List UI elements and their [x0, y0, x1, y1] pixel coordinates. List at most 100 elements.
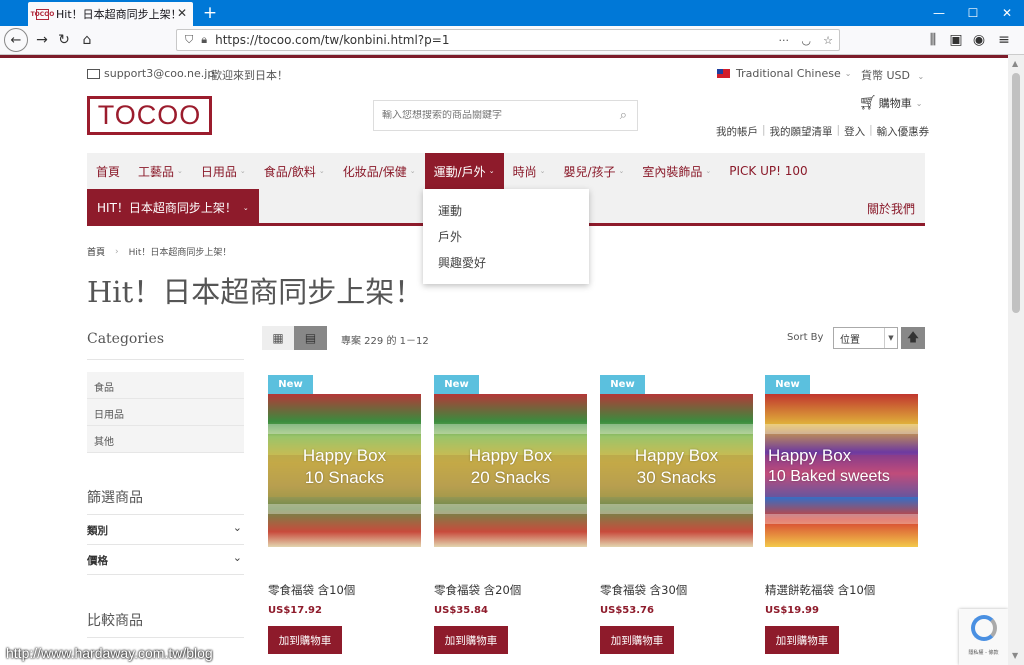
image-caption-line2: 30 Snacks — [636, 468, 717, 487]
menu-icon[interactable]: ≡ — [993, 30, 1015, 50]
library-icon[interactable]: ⫼ — [922, 30, 944, 50]
nav-item-about-us[interactable]: 關於我們 — [867, 200, 915, 217]
add-to-cart-button[interactable]: 加到購物車 — [765, 626, 839, 654]
product-name[interactable]: 零食福袋 含20個 — [434, 582, 521, 598]
product-card[interactable]: Happy Box 20 Snacks New 零食福袋 含20個 US$35.… — [434, 375, 587, 665]
chevron-down-icon: ⌄ — [232, 521, 242, 534]
main-navigation: 首頁 工藝品 ⌄ 日用品 ⌄ 食品/飲料 ⌄ 化妝品/保健 ⌄ 運動/戶外 ⌄ 時尚 ⌄ 嬰… — [87, 153, 925, 189]
back-icon[interactable]: ← — [4, 28, 28, 52]
divider — [87, 359, 244, 360]
wishlist-link[interactable]: 我的願望清單 — [770, 124, 833, 139]
image-caption-line2: 10 Baked sweets — [768, 468, 890, 485]
site-logo[interactable]: TOCOO — [87, 96, 212, 135]
bookmark-star-icon[interactable]: ☆ — [823, 34, 833, 47]
category-daily-goods[interactable]: 日用品 — [87, 399, 244, 426]
nav-item-hit-konbini[interactable]: HIT！日本超商同步上架！ ⌄ — [87, 189, 259, 226]
lock-icon[interactable]: 🔒︎ — [201, 33, 207, 47]
sort-value: 位置 — [840, 334, 860, 346]
new-tab-button[interactable]: + — [199, 2, 221, 24]
email-text: support3@coo.ne.jp — [104, 67, 215, 80]
nav-item-baby-kids[interactable]: 嬰兒/孩子 ⌄ — [554, 153, 633, 189]
home-icon[interactable]: ⌂ — [76, 30, 98, 50]
pocket-icon[interactable]: ◡ — [801, 34, 811, 47]
sidebar-icon[interactable]: ▣ — [945, 30, 967, 50]
browser-titlebar: TOCOO Hit！日本超商同步上架！ ✕ + — ☐ ✕ — [0, 0, 1024, 26]
recaptcha-badge[interactable]: 隱私權 - 條款 — [959, 609, 1008, 665]
language-switcher[interactable]: Traditional Chinese ⌄ — [717, 67, 851, 80]
url-text[interactable]: https://tocoo.com/tw/konbini.html?p=1 — [215, 33, 449, 47]
category-other[interactable]: 其他 — [87, 426, 244, 453]
search-icon[interactable]: ⌕ — [620, 108, 627, 123]
product-image[interactable]: Happy Box 10 Baked sweets — [765, 394, 918, 547]
image-caption-line1: Happy Box — [468, 446, 553, 465]
add-to-cart-button[interactable]: 加到購物車 — [600, 626, 674, 654]
product-card[interactable]: Happy Box 10 Baked sweets New 精選餅乾福袋 含10… — [765, 375, 918, 665]
sort-direction-icon[interactable]: 🡅 — [901, 327, 925, 349]
forward-icon[interactable]: → — [31, 30, 53, 50]
nav-item-cosmetics[interactable]: 化妝品/保健 ⌄ — [334, 153, 425, 189]
reload-icon[interactable]: ↻ — [53, 30, 75, 50]
image-caption-line1: Happy Box — [634, 446, 719, 465]
close-tab-icon[interactable]: ✕ — [177, 6, 187, 20]
list-view-icon[interactable]: ▤ — [294, 326, 327, 350]
currency-switcher[interactable]: 貨幣 USD ⌄ — [861, 67, 924, 83]
more-icon[interactable]: ··· — [779, 34, 790, 47]
product-name[interactable]: 零食福袋 含10個 — [268, 582, 355, 598]
cart-button[interactable]: 🛒︎ 購物車 ⌄ — [859, 95, 922, 111]
account-icon[interactable]: ◉ — [968, 30, 990, 50]
nav-item-fashion[interactable]: 時尚 ⌄ — [504, 153, 555, 189]
chevron-down-icon: ⌄ — [705, 167, 712, 175]
chevron-down-icon: ⌄ — [232, 551, 242, 564]
scroll-thumb[interactable] — [1012, 73, 1020, 313]
dropdown-item-outdoor[interactable]: 戶外 — [423, 223, 589, 249]
sort-select[interactable]: 位置 ▼ — [833, 327, 898, 349]
add-to-cart-button[interactable]: 加到購物車 — [434, 626, 508, 654]
account-links: 我的帳戶 | 我的願望清單 | 登入 | 輸入優惠券 — [716, 124, 930, 139]
page-scrollbar[interactable]: ▲ ▼ — [1008, 55, 1024, 665]
support-email[interactable]: support3@coo.ne.jp — [87, 67, 214, 80]
chevron-down-icon: ▼ — [884, 328, 897, 348]
page-title: Hit！日本超商同步上架！ — [87, 275, 424, 309]
chevron-right-icon: › — [115, 246, 119, 257]
dropdown-item-hobbies[interactable]: 興趣愛好 — [423, 249, 589, 275]
cart-label: 購物車 — [878, 97, 912, 110]
dropdown-item-sports[interactable]: 運動 — [423, 197, 589, 223]
search-input[interactable] — [382, 110, 607, 121]
add-to-cart-button[interactable]: 加到購物車 — [268, 626, 342, 654]
nav-item-interior[interactable]: 室內裝飾品 ⌄ — [633, 153, 720, 189]
browser-tab[interactable]: TOCOO Hit！日本超商同步上架！ ✕ — [28, 2, 193, 26]
close-window-icon[interactable]: ✕ — [990, 0, 1024, 26]
product-name[interactable]: 零食福袋 含30個 — [600, 582, 687, 598]
browser-toolbar: ← → ↻ ⌂ ⛉ 🔒︎ https://tocoo.com/tw/konbin… — [0, 26, 1024, 55]
nav-item-food-drink[interactable]: 食品/飲料 ⌄ — [255, 153, 334, 189]
nav-item-pickup-100[interactable]: PICK UP! 100 — [720, 153, 816, 189]
nav-item-daily-goods[interactable]: 日用品 ⌄ — [192, 153, 255, 189]
maximize-icon[interactable]: ☐ — [956, 0, 990, 26]
product-image[interactable]: Happy Box 20 Snacks — [434, 394, 587, 547]
minimize-icon[interactable]: — — [922, 0, 956, 26]
scroll-down-icon[interactable]: ▼ — [1012, 651, 1018, 660]
nav-item-sports-outdoor[interactable]: 運動/戶外 ⌄ — [424, 153, 504, 189]
login-link[interactable]: 登入 — [844, 124, 865, 139]
product-card[interactable]: Happy Box 10 Snacks New 零食福袋 含10個 US$17.… — [268, 375, 421, 665]
currency-label: 貨幣 USD — [861, 69, 911, 82]
product-image[interactable]: Happy Box 30 Snacks — [600, 394, 753, 547]
recaptcha-text: 隱私權 - 條款 — [968, 650, 999, 656]
filter-price[interactable]: 價格 ⌄ — [87, 545, 244, 575]
coupon-link[interactable]: 輸入優惠券 — [877, 124, 930, 139]
taiwan-flag-icon — [717, 69, 730, 78]
nav-item-crafts[interactable]: 工藝品 ⌄ — [129, 153, 192, 189]
nav-item-home[interactable]: 首頁 — [87, 153, 129, 189]
filter-category[interactable]: 類別 ⌄ — [87, 515, 244, 545]
grid-view-icon[interactable]: ▦ — [262, 326, 294, 350]
chevron-down-icon: ⌄ — [409, 167, 416, 175]
product-card[interactable]: Happy Box 30 Snacks New 零食福袋 含30個 US$53.… — [600, 375, 753, 665]
scroll-up-icon[interactable]: ▲ — [1012, 59, 1018, 68]
shield-icon[interactable]: ⛉ — [185, 33, 193, 47]
category-food[interactable]: 食品 — [87, 372, 244, 399]
breadcrumb-home[interactable]: 首頁 — [87, 245, 105, 258]
my-account-link[interactable]: 我的帳戶 — [716, 124, 758, 139]
product-image[interactable]: Happy Box 10 Snacks — [268, 394, 421, 547]
product-name[interactable]: 精選餅乾福袋 含10個 — [765, 582, 875, 598]
address-bar[interactable]: ⛉ 🔒︎ https://tocoo.com/tw/konbini.html?p… — [176, 29, 840, 51]
